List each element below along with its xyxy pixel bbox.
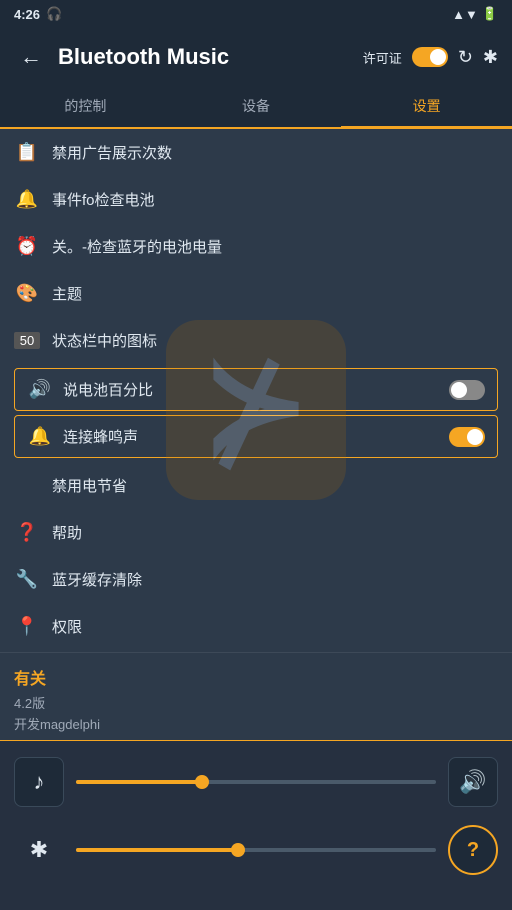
tab-device[interactable]: 设备 [171,86,342,129]
speaker-icon: 🔊 [27,379,53,400]
bottom-player: ♪ 🔊 ✱ ? [0,740,512,910]
setting-status-icon[interactable]: 50 状态栏中的图标 [0,317,512,364]
tabs: 的控制 设备 设置 [0,86,512,129]
player-row-2: ✱ ? [14,825,498,875]
volume-button[interactable]: 🔊 [448,757,498,807]
toggle-knob [430,49,446,65]
battery-percent-toggle[interactable] [449,380,485,400]
status-right: ▲▼ 🔋 [452,6,498,22]
status-time: 4:26 [14,7,40,22]
signal-icon: ▲▼ [452,7,478,22]
volume-slider-track[interactable] [76,780,436,784]
setting-disable-ads[interactable]: 📋 禁用广告展示次数 [0,129,512,176]
battery-icon: 🔋 [482,6,498,22]
wrench-icon: 🔧 [14,569,40,590]
setting-connect-beep[interactable]: 🔔 连接蜂鸣声 [14,415,498,458]
bt-slider-track[interactable] [76,848,436,852]
tab-controls[interactable]: 的控制 [0,86,171,129]
about-title: 有关 [14,665,498,689]
bell-icon: 🔔 [27,426,53,447]
music-note-icon: ♪ [34,769,45,795]
volume-slider-thumb [195,775,209,789]
settings-content: 📋 禁用广告展示次数 🔔 事件fo检查电池 ⏰ 关。-检查蓝牙的电池电量 🎨 主… [0,129,512,739]
setting-help[interactable]: ❓ 帮助 [0,509,512,556]
theme-icon: 🎨 [14,283,40,304]
about-section: 有关 4.2版 开发magdelphi [0,655,512,739]
setting-battery-percent[interactable]: 🔊 说电池百分比 [14,368,498,411]
statusbar-icon: 50 [14,332,40,349]
permission-toggle[interactable] [412,47,448,67]
bt-slider-thumb [231,843,245,857]
header-actions: 许可证 ↻ ✱ [363,47,498,68]
toggle-knob-2 [451,382,467,398]
status-bar: 4:26 🎧 ▲▼ 🔋 [0,0,512,28]
help-icon: ❓ [14,522,40,543]
help-circle-icon: ? [467,839,479,862]
bluetooth-player-icon: ✱ [14,837,64,863]
setting-event-battery[interactable]: 🔔 事件fo检查电池 [0,176,512,223]
player-row-1: ♪ 🔊 [14,757,498,807]
toggle-knob-3 [467,429,483,445]
help-circle-button[interactable]: ? [448,825,498,875]
music-note-button[interactable]: ♪ [14,757,64,807]
refresh-icon[interactable]: ↻ [458,47,473,68]
setting-check-bt-battery[interactable]: ⏰ 关。-检查蓝牙的电池电量 [0,223,512,270]
back-button[interactable]: ← [14,42,48,72]
setting-permissions[interactable]: 📍 权限 [0,603,512,650]
volume-icon: 🔊 [459,769,486,795]
ads-icon: 📋 [14,142,40,163]
bluetooth-header-icon[interactable]: ✱ [483,47,498,68]
permission-label: 许可证 [363,48,402,67]
status-left: 4:26 🎧 [14,6,62,22]
setting-bt-cache[interactable]: 🔧 蓝牙缓存清除 [0,556,512,603]
volume-slider-fill [76,780,202,784]
bt-slider-fill [76,848,238,852]
headphones-icon: 🎧 [46,6,62,22]
location-icon: 📍 [14,616,40,637]
setting-theme[interactable]: 🎨 主题 [0,270,512,317]
header: ← Bluetooth Music 许可证 ↻ ✱ [0,28,512,86]
about-version: 4.2版 [14,693,498,712]
clock-icon: ⏰ [14,236,40,257]
divider [0,652,512,653]
page-title: Bluetooth Music [58,44,353,70]
tab-settings[interactable]: 设置 [341,86,512,129]
setting-disable-power[interactable]: 禁用电节省 [0,462,512,509]
connect-beep-toggle[interactable] [449,427,485,447]
about-developer: 开发magdelphi [14,714,498,733]
event-icon: 🔔 [14,189,40,210]
